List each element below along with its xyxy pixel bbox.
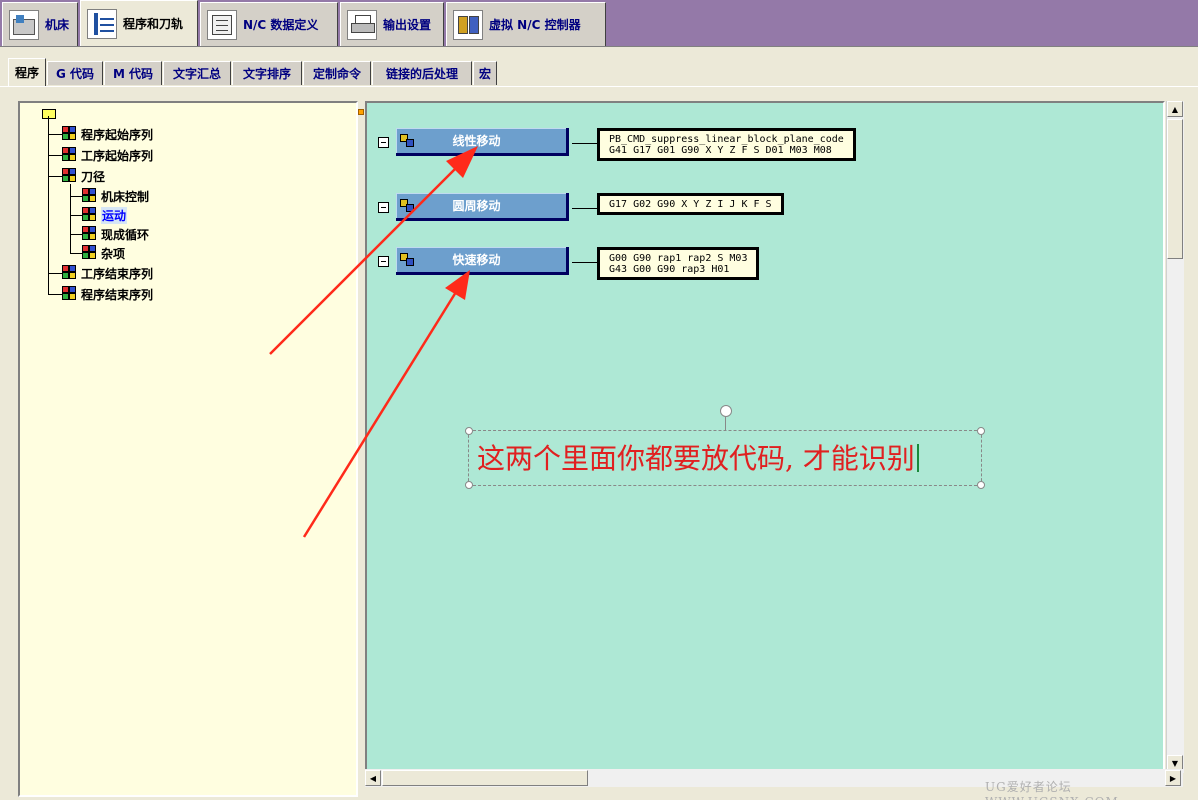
code-line: G43 G00 G90 rap3 H01 [609, 264, 730, 275]
tree-item-program-end[interactable]: 程序结束序列 [62, 285, 153, 303]
program-tree: 程序起始序列 工序起始序列 刀径 机床控制 运动 现成循环 杂项 工序结束序列 [18, 101, 358, 797]
event-rapid-move-code[interactable]: G00 G90 rap1 rap2 S M03 G43 G00 G90 rap3 … [597, 247, 760, 280]
event-icon [399, 132, 417, 150]
subtab-linked-post-label: 链接的后处理 [385, 67, 458, 81]
subtab-word-sequence-label: 文字排序 [242, 67, 291, 81]
tree-item-label: 运动 [101, 206, 128, 224]
tab-output-settings-label: 输出设置 [383, 18, 432, 32]
tree-root-folder-icon[interactable] [42, 105, 56, 123]
cube-icon [62, 286, 78, 302]
event-linear-move-button[interactable]: 线性移动 [396, 128, 569, 156]
annotation-textbox[interactable]: 这两个里面你都要放代码, 才能识别 [465, 405, 985, 489]
collapse-icon[interactable] [378, 137, 389, 148]
subtab-custom-command-label: 定制命令 [312, 67, 361, 81]
program-toolpath-icon [87, 8, 117, 39]
nc-data-icon [207, 9, 237, 40]
main-tab-bar: 机床 程序和刀轨 N/C 数据定义 输出设置 虚拟 N/C 控制器 [0, 0, 1198, 46]
cube-icon [82, 188, 98, 204]
tree-item-label: 刀径 [81, 169, 106, 184]
tree-item-label: 机床控制 [101, 189, 150, 204]
cube-icon [82, 207, 98, 223]
subtab-word-summary[interactable]: 文字汇总 [163, 61, 231, 85]
subtab-g-code[interactable]: G 代码 [47, 61, 103, 85]
code-line: G17 G02 G90 X Y Z I J K F S [609, 199, 772, 210]
tree-item-label: 程序起始序列 [81, 127, 154, 142]
event-circular-move-code[interactable]: G17 G02 G90 X Y Z I J K F S [597, 193, 784, 215]
tree-item-program-start[interactable]: 程序起始序列 [62, 125, 153, 143]
event-linear-move-label: 线性移动 [452, 134, 501, 148]
cube-icon [82, 245, 98, 261]
rotate-handle[interactable] [720, 405, 732, 417]
subtab-macro-label: 宏 [478, 67, 491, 81]
printer-icon [347, 9, 377, 40]
tree-item-operation-end[interactable]: 工序结束序列 [62, 264, 153, 282]
event-circular-move-button[interactable]: 圆周移动 [396, 193, 569, 221]
scroll-left-icon[interactable]: ◀ [365, 770, 381, 786]
text-caret [916, 444, 919, 472]
tab-nc-data-label: N/C 数据定义 [243, 18, 319, 32]
tree-item-toolpath[interactable]: 刀径 [62, 167, 105, 185]
tab-virtual-controller-label: 虚拟 N/C 控制器 [489, 18, 581, 32]
vertical-scrollbar[interactable]: ▲ ▼ [1166, 101, 1184, 773]
tree-item-motion[interactable]: 运动 [82, 206, 128, 224]
event-rapid-move-label: 快速移动 [452, 253, 501, 267]
tab-virtual-controller[interactable]: 虚拟 N/C 控制器 [446, 2, 606, 46]
tree-item-canned-cycle[interactable]: 现成循环 [82, 225, 149, 243]
code-line: G41 G17 G01 G90 X Y Z F S D01 M03 M08 [609, 145, 832, 156]
scroll-thumb[interactable] [1167, 119, 1183, 259]
annotation-text: 这两个里面你都要放代码, 才能识别 [477, 437, 919, 477]
event-linear-move-code[interactable]: PB_CMD_suppress_linear_block_plane_code G… [597, 128, 856, 161]
tree-item-label: 现成循环 [101, 227, 150, 242]
tab-machine-label: 机床 [45, 18, 70, 32]
code-line: PB_CMD_suppress_linear_block_plane_code [609, 134, 844, 145]
subtab-custom-command[interactable]: 定制命令 [303, 61, 371, 85]
tab-output-settings[interactable]: 输出设置 [340, 2, 444, 46]
cube-icon [82, 226, 98, 242]
tab-machine[interactable]: 机床 [2, 2, 78, 46]
subtab-m-code-label: M 代码 [112, 67, 154, 81]
subtab-program[interactable]: 程序 [8, 58, 46, 86]
scroll-up-icon[interactable]: ▲ [1167, 101, 1183, 117]
tree-item-label: 杂项 [101, 246, 126, 261]
event-rapid-move-button[interactable]: 快速移动 [396, 247, 569, 275]
event-icon [399, 197, 417, 215]
tree-item-label: 工序结束序列 [81, 266, 154, 281]
cube-icon [62, 168, 78, 184]
sub-tab-bar: 程序 G 代码 M 代码 文字汇总 文字排序 定制命令 链接的后处理 宏 [0, 46, 1198, 86]
subtab-macro[interactable]: 宏 [473, 61, 497, 85]
tab-program-toolpath-label: 程序和刀轨 [123, 17, 184, 31]
event-circular-move-label: 圆周移动 [452, 199, 501, 213]
subtab-word-summary-label: 文字汇总 [172, 67, 221, 81]
tree-item-label: 程序结束序列 [81, 287, 154, 302]
collapse-icon[interactable] [378, 256, 389, 267]
code-line: G00 G90 rap1 rap2 S M03 [609, 253, 748, 264]
tree-item-label: 工序起始序列 [81, 148, 154, 163]
tab-program-toolpath[interactable]: 程序和刀轨 [80, 0, 198, 46]
cube-icon [62, 147, 78, 163]
event-icon [399, 251, 417, 269]
subtab-word-sequence[interactable]: 文字排序 [232, 61, 302, 85]
watermark: UG爱好者论坛 WWW.UGSNX.COM [985, 780, 1118, 800]
tree-item-misc[interactable]: 杂项 [82, 244, 125, 262]
virtual-controller-icon [453, 9, 483, 40]
tree-item-operation-start[interactable]: 工序起始序列 [62, 146, 153, 164]
tab-nc-data[interactable]: N/C 数据定义 [200, 2, 338, 46]
cube-icon [62, 126, 78, 142]
tree-item-machine-control[interactable]: 机床控制 [82, 187, 149, 205]
subtab-linked-post[interactable]: 链接的后处理 [372, 61, 472, 85]
annotation-text-content: 这两个里面你都要放代码, 才能识别 [477, 442, 915, 475]
subtab-g-code-label: G 代码 [55, 67, 95, 81]
subtab-m-code[interactable]: M 代码 [104, 61, 162, 85]
machine-icon [9, 9, 39, 40]
collapse-icon[interactable] [378, 202, 389, 213]
scroll-thumb[interactable] [382, 770, 588, 786]
subtab-program-label: 程序 [14, 66, 39, 80]
cube-icon [62, 265, 78, 281]
